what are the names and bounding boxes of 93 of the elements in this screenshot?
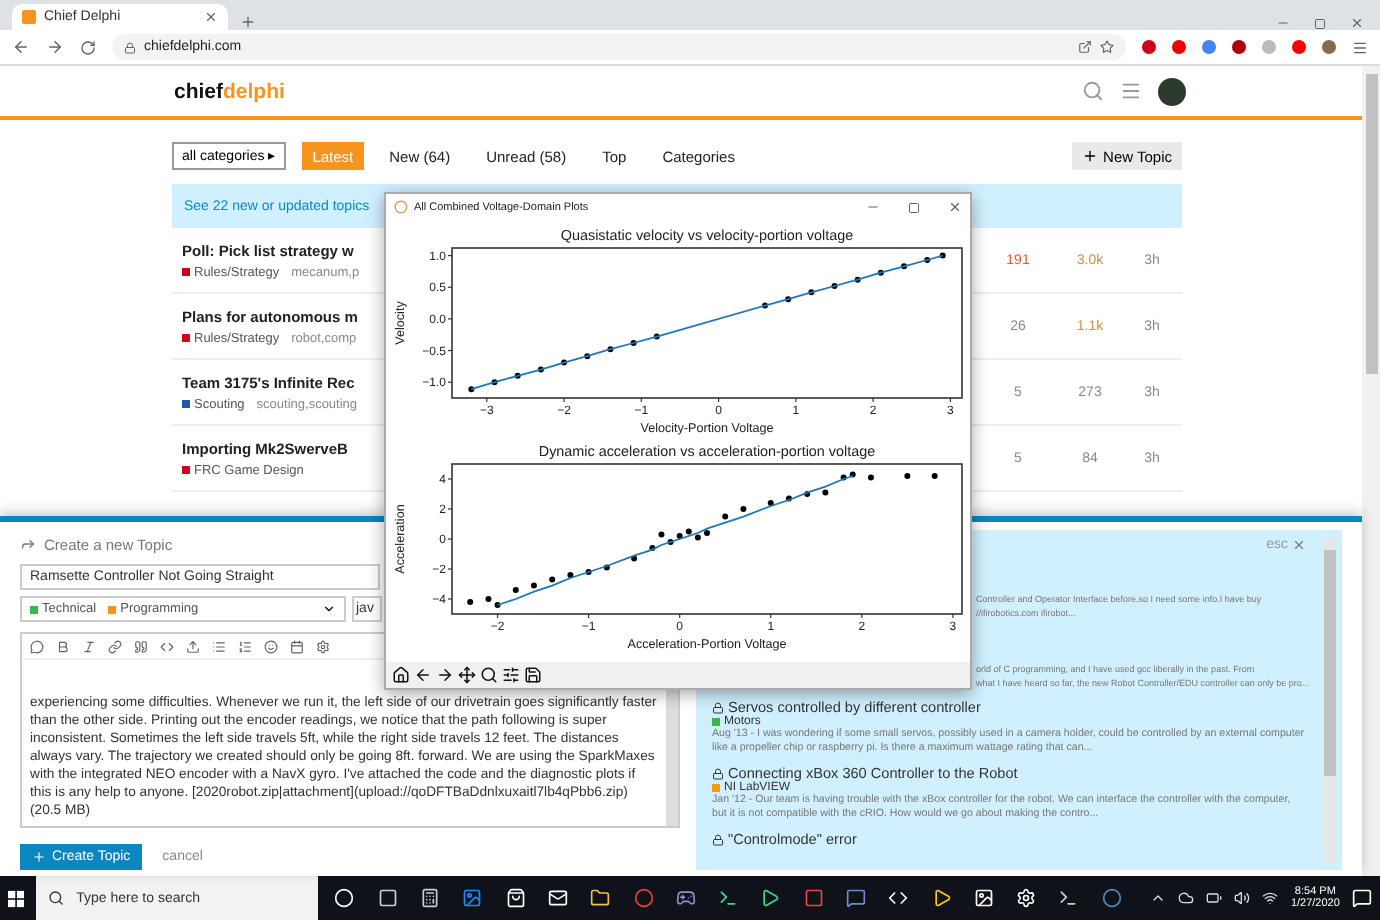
close-icon[interactable] — [1350, 16, 1364, 30]
lock-icon — [712, 767, 724, 779]
tray-icon[interactable] — [1234, 890, 1251, 906]
format-icon[interactable] — [134, 639, 148, 653]
data-point — [603, 564, 610, 571]
format-icon[interactable] — [316, 639, 330, 653]
plot-tool-icon[interactable] — [480, 666, 498, 684]
data-point — [491, 379, 498, 386]
data-point — [630, 339, 637, 346]
data-point — [831, 282, 838, 289]
data-point — [808, 289, 815, 296]
data-point — [585, 569, 592, 575]
data-point — [653, 333, 660, 340]
lock-icon — [712, 701, 724, 713]
plot-tool-icon[interactable] — [414, 666, 432, 684]
new-tab-icon[interactable] — [240, 14, 256, 30]
data-point — [704, 530, 710, 536]
data-point — [785, 495, 792, 502]
data-point — [468, 386, 475, 393]
share-icon[interactable] — [1078, 40, 1092, 54]
menu-icon[interactable] — [1352, 39, 1368, 55]
plot-tool-icon[interactable] — [392, 666, 410, 684]
format-icon[interactable] — [238, 639, 252, 653]
data-point — [931, 473, 938, 479]
favicon-icon — [22, 10, 36, 24]
maximize-icon[interactable] — [908, 201, 920, 213]
search-icon — [48, 890, 65, 906]
star-icon[interactable] — [1100, 40, 1114, 54]
plus-icon — [1081, 148, 1098, 164]
search-icon[interactable] — [1082, 80, 1104, 102]
format-icon[interactable] — [82, 639, 96, 653]
site-logo[interactable]: chiefdelphi — [174, 79, 285, 103]
data-point — [512, 587, 519, 593]
profile-avatar[interactable] — [1322, 40, 1336, 54]
lock-icon — [124, 41, 136, 53]
close-icon[interactable] — [948, 200, 962, 214]
format-icon[interactable] — [186, 639, 200, 653]
reload-icon[interactable] — [80, 39, 96, 55]
close-tab-icon[interactable] — [204, 10, 218, 24]
plot-tool-icon[interactable] — [524, 666, 542, 684]
data-point — [561, 359, 568, 366]
format-icon[interactable] — [212, 639, 226, 653]
data-point — [607, 346, 614, 353]
plus-icon — [32, 850, 46, 864]
data-point — [467, 599, 474, 605]
menu-icon[interactable] — [1120, 80, 1142, 102]
reply-icon — [20, 536, 36, 552]
data-point — [537, 366, 544, 373]
windows-start-icon[interactable] — [8, 889, 25, 907]
chevron-down-icon — [322, 602, 336, 616]
data-point — [804, 491, 811, 497]
data-point — [584, 353, 591, 360]
data-point — [867, 474, 874, 481]
data-point — [514, 372, 521, 379]
user-avatar[interactable] — [1158, 77, 1186, 105]
data-point — [530, 582, 537, 589]
data-point — [877, 269, 884, 276]
data-point — [822, 489, 829, 496]
data-point — [767, 500, 774, 506]
data-point — [761, 302, 768, 309]
close-icon[interactable] — [1292, 538, 1306, 552]
data-point — [901, 263, 908, 270]
extension-icon[interactable] — [1172, 40, 1186, 54]
extension-icon[interactable] — [1292, 40, 1306, 54]
notification-icon[interactable] — [1351, 888, 1372, 908]
format-icon[interactable] — [290, 639, 304, 653]
data-point — [924, 257, 931, 264]
forward-icon[interactable] — [46, 38, 64, 56]
data-point — [722, 513, 729, 520]
data-point — [649, 545, 656, 551]
app-icon — [394, 200, 408, 214]
plot-tool-icon[interactable] — [458, 666, 476, 684]
data-point — [549, 576, 556, 583]
data-point — [631, 555, 638, 562]
extension-icon[interactable] — [1232, 40, 1246, 54]
data-point — [854, 276, 861, 283]
lock-icon — [712, 833, 724, 845]
format-icon[interactable] — [160, 639, 174, 653]
tray-icon[interactable] — [1206, 890, 1223, 906]
format-icon[interactable] — [108, 639, 122, 653]
data-point — [904, 473, 911, 479]
plot-tool-icon[interactable] — [502, 666, 520, 684]
data-point — [785, 296, 792, 303]
data-point — [939, 252, 946, 259]
data-point — [567, 572, 574, 578]
maximize-icon[interactable] — [1314, 18, 1326, 30]
plot-tool-icon[interactable] — [436, 666, 454, 684]
extension-icon[interactable] — [1202, 40, 1216, 54]
format-icon[interactable] — [264, 639, 278, 653]
data-point — [740, 506, 747, 512]
back-icon[interactable] — [12, 38, 30, 56]
tray-icon[interactable] — [1262, 890, 1279, 906]
extension-icon[interactable] — [1142, 40, 1156, 54]
